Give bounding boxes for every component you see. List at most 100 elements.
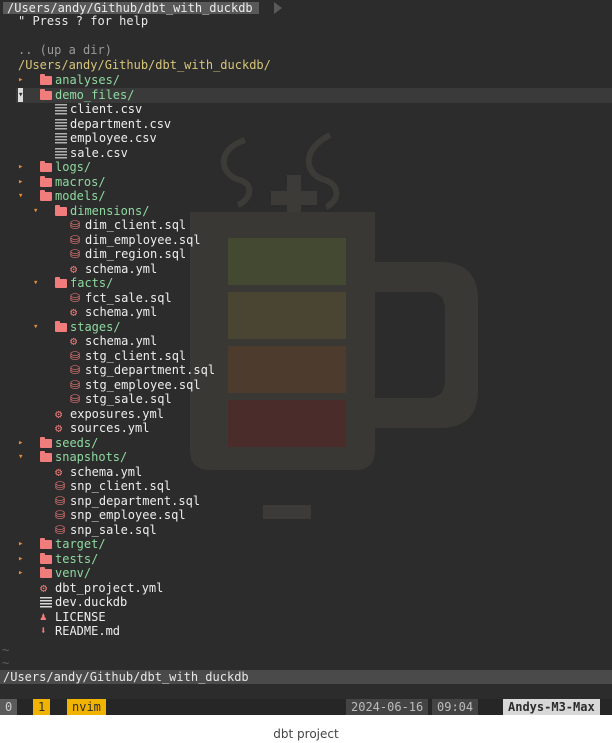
- tree-file-row[interactable]: ⬇ README.md: [0, 624, 612, 639]
- tree-file-row[interactable]: ⚙ schema.yml: [0, 305, 612, 320]
- folder-name: dimensions/: [70, 203, 150, 218]
- download-arrow-icon: ⬇: [40, 624, 47, 637]
- tree-file-row[interactable]: department.csv: [0, 117, 612, 132]
- tree-file-row[interactable]: ⚙ schema.yml: [0, 465, 612, 480]
- tree-file-row[interactable]: ⚙ dbt_project.yml: [0, 581, 612, 596]
- terminal-window: /Users/andy/Github/dbt_with_duckdb " Pre…: [0, 0, 612, 715]
- chevron-right-icon[interactable]: ▸: [18, 566, 23, 581]
- chevron-down-icon[interactable]: ▾: [18, 87, 24, 102]
- tree-file-row[interactable]: ⚙ schema.yml: [0, 334, 612, 349]
- tree-file-row[interactable]: sale.csv: [0, 146, 612, 161]
- tree-file-row[interactable]: ⛁ snp_client.sql: [0, 479, 612, 494]
- tab-title[interactable]: /Users/andy/Github/dbt_with_duckdb: [3, 2, 259, 14]
- file-name: snp_sale.sql: [70, 522, 157, 537]
- folder-name: stages/: [70, 319, 121, 334]
- tree-folder-row[interactable]: ▸ tests/: [0, 552, 612, 567]
- folder-icon: [40, 74, 52, 85]
- status-line: /Users/andy/Github/dbt_with_duckdb: [0, 670, 612, 684]
- file-name: department.csv: [70, 116, 172, 131]
- file-name: snp_department.sql: [70, 493, 201, 508]
- root-path[interactable]: /Users/andy/Github/dbt_with_duckdb/: [18, 58, 271, 73]
- folder-icon: [40, 538, 52, 549]
- chevron-down-icon[interactable]: ▾: [18, 189, 23, 204]
- folder-icon: [40, 190, 52, 201]
- tree-folder-row[interactable]: ▾ facts/: [0, 276, 612, 291]
- tree-file-row[interactable]: client.csv: [0, 102, 612, 117]
- tree-folder-row[interactable]: ▾ snapshots/: [0, 450, 612, 465]
- chevron-down-icon[interactable]: ▾: [33, 320, 38, 335]
- tree-folder-row[interactable]: ▸ macros/: [0, 175, 612, 190]
- tree-folder-row[interactable]: ▾ stages/: [0, 320, 612, 335]
- file-name: stg_client.sql: [85, 348, 187, 363]
- folder-icon: [40, 161, 52, 172]
- tree-file-row[interactable]: ⛁ dim_client.sql: [0, 218, 612, 233]
- file-name: schema.yml: [85, 261, 158, 276]
- tmux-window-index[interactable]: 1: [33, 699, 51, 715]
- tree-file-row[interactable]: ⛁ snp_department.sql: [0, 494, 612, 509]
- chevron-right-icon[interactable]: ▸: [18, 73, 23, 88]
- tree-file-row[interactable]: ⛁ stg_employee.sql: [0, 378, 612, 393]
- tree-file-row[interactable]: ⛁ snp_sale.sql: [0, 523, 612, 538]
- up-dir-link[interactable]: .. (up a dir): [18, 43, 112, 58]
- chevron-down-icon[interactable]: ▾: [33, 276, 38, 291]
- chevron-right-icon[interactable]: ▸: [18, 552, 23, 567]
- csv-file-icon: [55, 118, 67, 130]
- tmux-hostname: Andys-M3-Max: [503, 699, 600, 715]
- database-icon: ⛁: [70, 290, 81, 305]
- tree-file-row[interactable]: ⛁ stg_sale.sql: [0, 392, 612, 407]
- tree-folder-row[interactable]: ▸ analyses/: [0, 73, 612, 88]
- tree-folder-row[interactable]: ▸ target/: [0, 537, 612, 552]
- tree-file-row[interactable]: ⛁ dim_employee.sql: [0, 233, 612, 248]
- tree-folder-row[interactable]: ▾ models/: [0, 189, 612, 204]
- tree-file-row[interactable]: ⛁ stg_client.sql: [0, 349, 612, 364]
- tree-file-row[interactable]: ⛁ fct_sale.sql: [0, 291, 612, 306]
- tree-folder-row[interactable]: ▾ demo_files/: [0, 87, 612, 102]
- chevron-right-icon[interactable]: ▸: [18, 537, 23, 552]
- database-icon: ⛁: [70, 348, 81, 363]
- chevron-right-icon[interactable]: ▸: [18, 175, 23, 190]
- file-name: exposures.yml: [70, 406, 164, 421]
- chevron-right-icon[interactable]: ▸: [18, 436, 23, 451]
- gear-icon: ⚙: [55, 406, 63, 421]
- tree-file-row[interactable]: ⛁ dim_region.sql: [0, 247, 612, 262]
- folder-name: facts/: [70, 276, 114, 290]
- database-icon: ⛁: [55, 493, 66, 508]
- tree-file-row[interactable]: ⚙ sources.yml: [0, 421, 612, 436]
- folder-name: macros/: [55, 174, 106, 189]
- database-icon: ⛁: [55, 508, 66, 522]
- csv-file-icon: [55, 104, 67, 115]
- folder-name: tests/: [55, 551, 99, 566]
- tmux-session[interactable]: 0: [0, 699, 18, 715]
- file-name: schema.yml: [85, 334, 158, 348]
- tree-file-row[interactable]: ⛁ snp_employee.sql: [0, 508, 612, 523]
- tree-folder-row[interactable]: ▸ logs/: [0, 160, 612, 175]
- tree-file-row[interactable]: ⚙ schema.yml: [0, 262, 612, 277]
- folder-icon: [55, 204, 67, 216]
- folder-icon: [55, 320, 67, 332]
- folder-icon: [40, 175, 52, 187]
- tmux-window-name[interactable]: nvim: [67, 699, 106, 715]
- folder-icon: [40, 567, 52, 578]
- tree-file-row[interactable]: employee.csv: [0, 131, 612, 146]
- file-name: fct_sale.sql: [85, 290, 172, 305]
- file-name: README.md: [55, 624, 121, 638]
- tree-file-row[interactable]: dev.duckdb: [0, 595, 612, 610]
- status-path: /Users/andy/Github/dbt_with_duckdb: [3, 670, 249, 684]
- gear-icon: ⚙: [70, 261, 78, 276]
- chevron-down-icon[interactable]: ▾: [18, 450, 23, 465]
- tree-file-row[interactable]: ♟ LICENSE: [0, 610, 612, 625]
- folder-name: seeds/: [55, 435, 99, 450]
- tree-file-row[interactable]: ⚙ exposures.yml: [0, 407, 612, 422]
- tree-folder-row[interactable]: ▸ venv/: [0, 566, 612, 581]
- file-name: schema.yml: [70, 464, 143, 479]
- chevron-right-icon[interactable]: ▸: [18, 160, 23, 175]
- folder-icon: [55, 277, 67, 288]
- file-name: dev.duckdb: [55, 595, 128, 609]
- gear-icon: ⚙: [55, 421, 63, 435]
- chevron-down-icon[interactable]: ▾: [33, 204, 38, 219]
- tree-folder-row[interactable]: ▸ seeds/: [0, 436, 612, 451]
- folder-name: logs/: [55, 160, 92, 174]
- tree-folder-row[interactable]: ▾ dimensions/: [0, 204, 612, 219]
- tree-file-row[interactable]: ⛁ stg_department.sql: [0, 363, 612, 378]
- folder-name: snapshots/: [55, 450, 128, 464]
